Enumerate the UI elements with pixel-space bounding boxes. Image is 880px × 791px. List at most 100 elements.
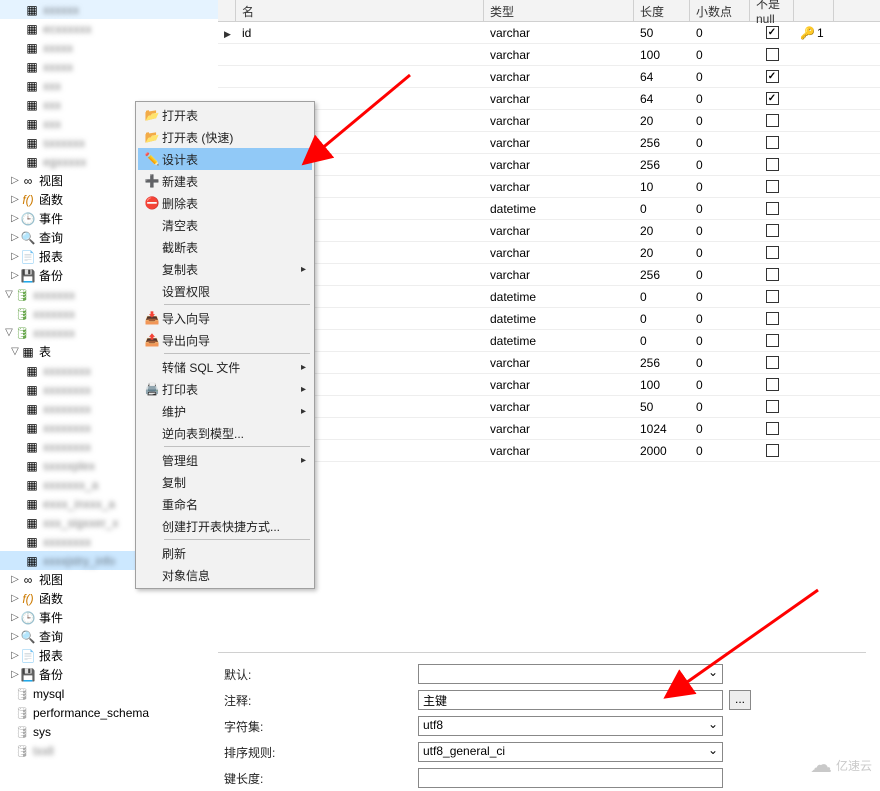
cell-notnull[interactable]: [750, 422, 794, 435]
column-row[interactable]: varchar 10 0: [218, 176, 880, 198]
cell-type[interactable]: varchar: [484, 70, 634, 84]
cell-notnull[interactable]: [750, 26, 794, 39]
column-row[interactable]: s varchar 1024 0: [218, 418, 880, 440]
column-row[interactable]: varchar 50 0: [218, 396, 880, 418]
menu-refresh[interactable]: 刷新: [138, 542, 312, 564]
cell-decimals[interactable]: 0: [690, 70, 750, 84]
tree-item[interactable]: ▦ecxxxxxx: [0, 19, 220, 38]
cell-type[interactable]: varchar: [484, 180, 634, 194]
tree-item[interactable]: ▦xxx: [0, 76, 220, 95]
cell-decimals[interactable]: 0: [690, 246, 750, 260]
cell-notnull[interactable]: [750, 70, 794, 83]
cell-length[interactable]: 20: [634, 224, 690, 238]
column-row[interactable]: es varchar 256 0: [218, 132, 880, 154]
header-notnull[interactable]: 不是 null: [750, 0, 794, 21]
column-row[interactable]: varchar 64 0: [218, 88, 880, 110]
cell-decimals[interactable]: 0: [690, 334, 750, 348]
cell-notnull[interactable]: [750, 334, 794, 347]
menu-empty-table[interactable]: 清空表: [138, 214, 312, 236]
cell-decimals[interactable]: 0: [690, 180, 750, 194]
cell-length[interactable]: 256: [634, 158, 690, 172]
cell-notnull[interactable]: [750, 114, 794, 127]
column-row[interactable]: E datetime 0 0: [218, 286, 880, 308]
menu-import-wizard[interactable]: 📥导入向导: [138, 307, 312, 329]
menu-create-shortcut[interactable]: 创建打开表快捷方式...: [138, 515, 312, 537]
cell-decimals[interactable]: 0: [690, 356, 750, 370]
menu-open-table[interactable]: 📂打开表: [138, 104, 312, 126]
cell-length[interactable]: 0: [634, 334, 690, 348]
cell-length[interactable]: 0: [634, 312, 690, 326]
menu-open-table-fast[interactable]: 📂打开表 (快速): [138, 126, 312, 148]
cell-length[interactable]: 0: [634, 290, 690, 304]
tree-events[interactable]: ▷🕒事件: [0, 608, 220, 627]
menu-object-info[interactable]: 对象信息: [138, 564, 312, 586]
cell-length[interactable]: 100: [634, 378, 690, 392]
cell-notnull[interactable]: [750, 246, 794, 259]
cell-decimals[interactable]: 0: [690, 114, 750, 128]
column-row[interactable]: varchar 64 0: [218, 66, 880, 88]
menu-design-table[interactable]: ✏️设计表: [138, 148, 312, 170]
cell-decimals[interactable]: 0: [690, 202, 750, 216]
tree-functions[interactable]: ▷f()函数: [0, 589, 220, 608]
column-row[interactable]: varchar 2000 0: [218, 440, 880, 462]
column-row[interactable]: datetime 0 0: [218, 198, 880, 220]
column-row[interactable]: id varchar 50 0 🔑1: [218, 22, 880, 44]
cell-type[interactable]: varchar: [484, 422, 634, 436]
cell-decimals[interactable]: 0: [690, 92, 750, 106]
cell-type[interactable]: varchar: [484, 400, 634, 414]
tree-reports[interactable]: ▷📄报表: [0, 646, 220, 665]
cell-length[interactable]: 1024: [634, 422, 690, 436]
cell-type[interactable]: varchar: [484, 356, 634, 370]
cell-length[interactable]: 50: [634, 26, 690, 40]
tree-db-mysql[interactable]: 🛢mysql: [0, 684, 220, 703]
column-row[interactable]: varchar 20 0: [218, 242, 880, 264]
menu-truncate-table[interactable]: 截断表: [138, 236, 312, 258]
cell-decimals[interactable]: 0: [690, 136, 750, 150]
cell-length[interactable]: 64: [634, 92, 690, 106]
menu-export-wizard[interactable]: 📤导出向导: [138, 329, 312, 351]
tree-item[interactable]: ▦xxxxxx: [0, 0, 220, 19]
cell-type[interactable]: varchar: [484, 224, 634, 238]
cell-type[interactable]: varchar: [484, 268, 634, 282]
cell-length[interactable]: 10: [634, 180, 690, 194]
cell-notnull[interactable]: [750, 378, 794, 391]
cell-notnull[interactable]: [750, 180, 794, 193]
cell-decimals[interactable]: 0: [690, 400, 750, 414]
header-name[interactable]: 名: [236, 0, 484, 21]
menu-manage-group[interactable]: 管理组: [138, 449, 312, 471]
cell-name[interactable]: id: [236, 26, 484, 40]
cell-length[interactable]: 2000: [634, 444, 690, 458]
column-row[interactable]: ty varchar 20 0: [218, 110, 880, 132]
cell-length[interactable]: 256: [634, 136, 690, 150]
cell-notnull[interactable]: [750, 158, 794, 171]
menu-dump-sql[interactable]: 转储 SQL 文件: [138, 356, 312, 378]
cell-decimals[interactable]: 0: [690, 378, 750, 392]
cell-decimals[interactable]: 0: [690, 48, 750, 62]
column-row[interactable]: varchar 100 0: [218, 44, 880, 66]
cell-type[interactable]: varchar: [484, 444, 634, 458]
cell-notnull[interactable]: [750, 400, 794, 413]
menu-copy-table[interactable]: 复制表: [138, 258, 312, 280]
cell-type[interactable]: varchar: [484, 158, 634, 172]
menu-set-permissions[interactable]: 设置权限: [138, 280, 312, 302]
cell-type[interactable]: datetime: [484, 202, 634, 216]
column-row[interactable]: TE datetime 0 0: [218, 308, 880, 330]
cell-type[interactable]: datetime: [484, 312, 634, 326]
cell-type[interactable]: varchar: [484, 114, 634, 128]
tree-db-perf[interactable]: 🛢performance_schema: [0, 703, 220, 722]
cell-notnull[interactable]: [750, 290, 794, 303]
cell-length[interactable]: 256: [634, 268, 690, 282]
menu-drop-table[interactable]: ⛔删除表: [138, 192, 312, 214]
cell-notnull[interactable]: [750, 312, 794, 325]
detail-collate-select[interactable]: utf8_general_ci: [418, 742, 723, 762]
header-decimals[interactable]: 小数点: [690, 0, 750, 21]
cell-notnull[interactable]: [750, 356, 794, 369]
tree-db-sys[interactable]: 🛢sys: [0, 722, 220, 741]
menu-reverse-to-model[interactable]: 逆向表到模型...: [138, 422, 312, 444]
column-row[interactable]: TE datetime 0 0: [218, 330, 880, 352]
tree-item[interactable]: ▦xxxxx: [0, 57, 220, 76]
tree-item[interactable]: 🛢txxll: [0, 741, 220, 760]
column-row[interactable]: SON varchar 256 0: [218, 264, 880, 286]
column-row[interactable]: varchar 256 0: [218, 154, 880, 176]
detail-comment-more-button[interactable]: ...: [729, 690, 751, 710]
